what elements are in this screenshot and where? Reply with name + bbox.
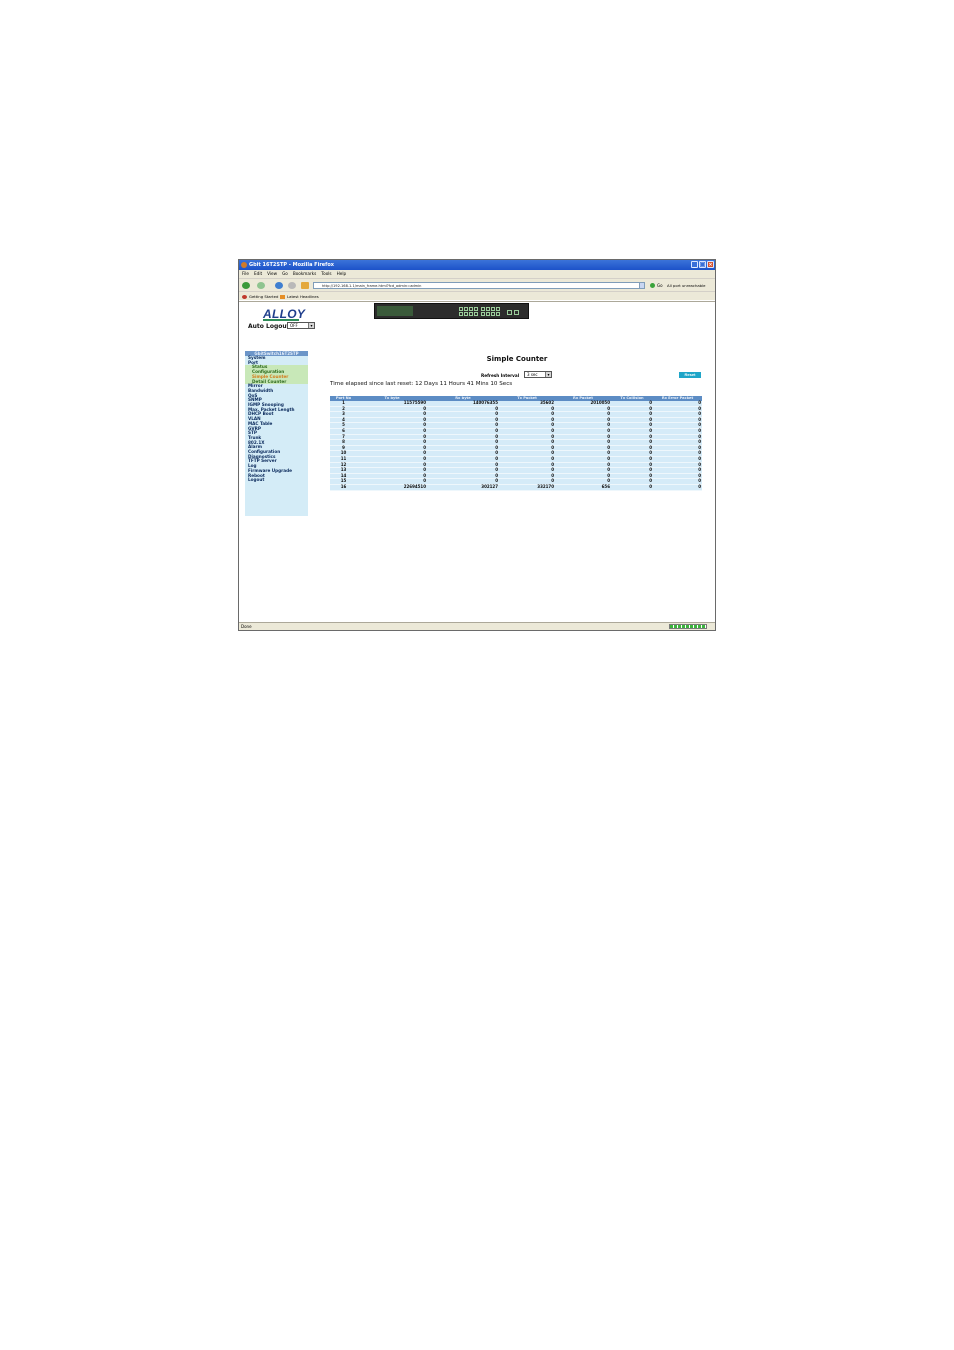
stop-icon[interactable]: [288, 282, 296, 289]
toolbar-status-message: All port unreachable: [667, 283, 706, 288]
port-icon: [481, 312, 485, 316]
sfp-port-icon: [507, 310, 512, 315]
close-button[interactable]: ×: [707, 261, 714, 268]
chevron-down-icon: ▾: [308, 323, 314, 328]
table-row: 16 22694510 302127 332170 656 0 0: [330, 484, 702, 491]
table-cell: 332170: [499, 484, 555, 491]
status-bar: Done: [239, 622, 715, 630]
browser-window: Gbit 16T2STP - Mozilla Firefox _ □ × Fil…: [238, 259, 716, 631]
auto-logout-select[interactable]: OFF ▾: [287, 322, 315, 329]
sfp-port-icon: [514, 310, 519, 315]
logo-underline: [263, 319, 299, 321]
elapsed-time-text: Time elapsed since last reset: 12 Days 1…: [330, 381, 513, 387]
port-icon: [496, 312, 500, 316]
forward-icon[interactable]: [257, 282, 265, 289]
reload-icon[interactable]: [275, 282, 283, 289]
minimize-button[interactable]: _: [691, 261, 698, 268]
port-icon: [474, 312, 478, 316]
rss-icon: [280, 295, 285, 299]
bookmarks-toolbar: Getting Started Latest Headlines: [239, 291, 715, 300]
refresh-interval-select[interactable]: 3 sec ▾: [524, 371, 552, 378]
sidebar-items: System Port Status Configuration Simple Coun…: [245, 355, 308, 483]
chevron-down-icon[interactable]: [639, 282, 645, 289]
port-icon: [469, 312, 473, 316]
table-cell: 302127: [427, 484, 499, 491]
status-text: Done: [241, 624, 252, 629]
port-icon: [474, 307, 478, 311]
page-title: Simple Counter: [486, 355, 548, 363]
menu-bar: File Edit View Go Bookmarks Tools Help: [239, 270, 715, 278]
chevron-down-icon: ▾: [545, 372, 551, 377]
port-icon: [491, 307, 495, 311]
title-bar: Gbit 16T2STP - Mozilla Firefox _ □ ×: [239, 260, 715, 270]
port-icon: [486, 307, 490, 311]
bookmark-getting-started[interactable]: Getting Started: [242, 292, 278, 301]
bookmark-icon: [242, 295, 247, 299]
port-icon: [481, 307, 485, 311]
port-icon: [469, 307, 473, 311]
sidebar-item-logout[interactable]: Logout: [245, 478, 308, 483]
reset-button[interactable]: Reset: [679, 372, 701, 378]
menu-go[interactable]: Go: [282, 270, 288, 278]
port-icon: [464, 307, 468, 311]
sidebar-menu: GbitSwitch16T2STP System Port Status Config…: [245, 351, 308, 516]
menu-tools[interactable]: Tools: [321, 270, 331, 278]
table-cell: 16: [330, 484, 357, 491]
maximize-button[interactable]: □: [699, 261, 706, 268]
refresh-interval-label: Refresh Interval: [481, 373, 520, 378]
back-icon[interactable]: [242, 282, 250, 289]
progress-indicator: [669, 624, 707, 629]
menu-help[interactable]: Help: [337, 270, 347, 278]
table-cell: 656: [555, 484, 611, 491]
window-title: Gbit 16T2STP - Mozilla Firefox: [249, 262, 335, 268]
auto-logout-label: Auto Logout: [248, 323, 290, 330]
menu-edit[interactable]: Edit: [254, 270, 262, 278]
go-button[interactable]: Go: [657, 282, 663, 289]
table-cell: 0: [611, 484, 653, 491]
menu-view[interactable]: View: [267, 270, 277, 278]
bookmark-latest-headlines[interactable]: Latest Headlines: [280, 292, 319, 301]
switch-device-image: [374, 303, 529, 319]
port-icon: [459, 312, 463, 316]
port-icon: [459, 307, 463, 311]
port-icon: [496, 307, 500, 311]
device-label-panel: [377, 306, 413, 316]
port-icon: [486, 312, 490, 316]
home-icon[interactable]: [301, 282, 309, 289]
navigation-toolbar: http://192.168.1.1/main_frame.html?fcd_a…: [239, 278, 715, 291]
table-cell: 0: [653, 484, 702, 491]
table-cell: 22694510: [357, 484, 427, 491]
firefox-icon: [241, 262, 247, 268]
port-icon: [491, 312, 495, 316]
menu-file[interactable]: File: [242, 270, 249, 278]
counter-table: Port No Tx byte Rx byte Tx Packet Rx Packet T…: [330, 396, 702, 491]
page-content: ALLOY Auto Logout OFF ▾ GbitSwitch16T2ST…: [239, 301, 715, 623]
port-icon: [464, 312, 468, 316]
address-bar[interactable]: http://192.168.1.1/main_frame.html?fcd_a…: [313, 282, 645, 289]
menu-bookmarks[interactable]: Bookmarks: [293, 270, 316, 278]
go-icon[interactable]: [650, 283, 655, 288]
